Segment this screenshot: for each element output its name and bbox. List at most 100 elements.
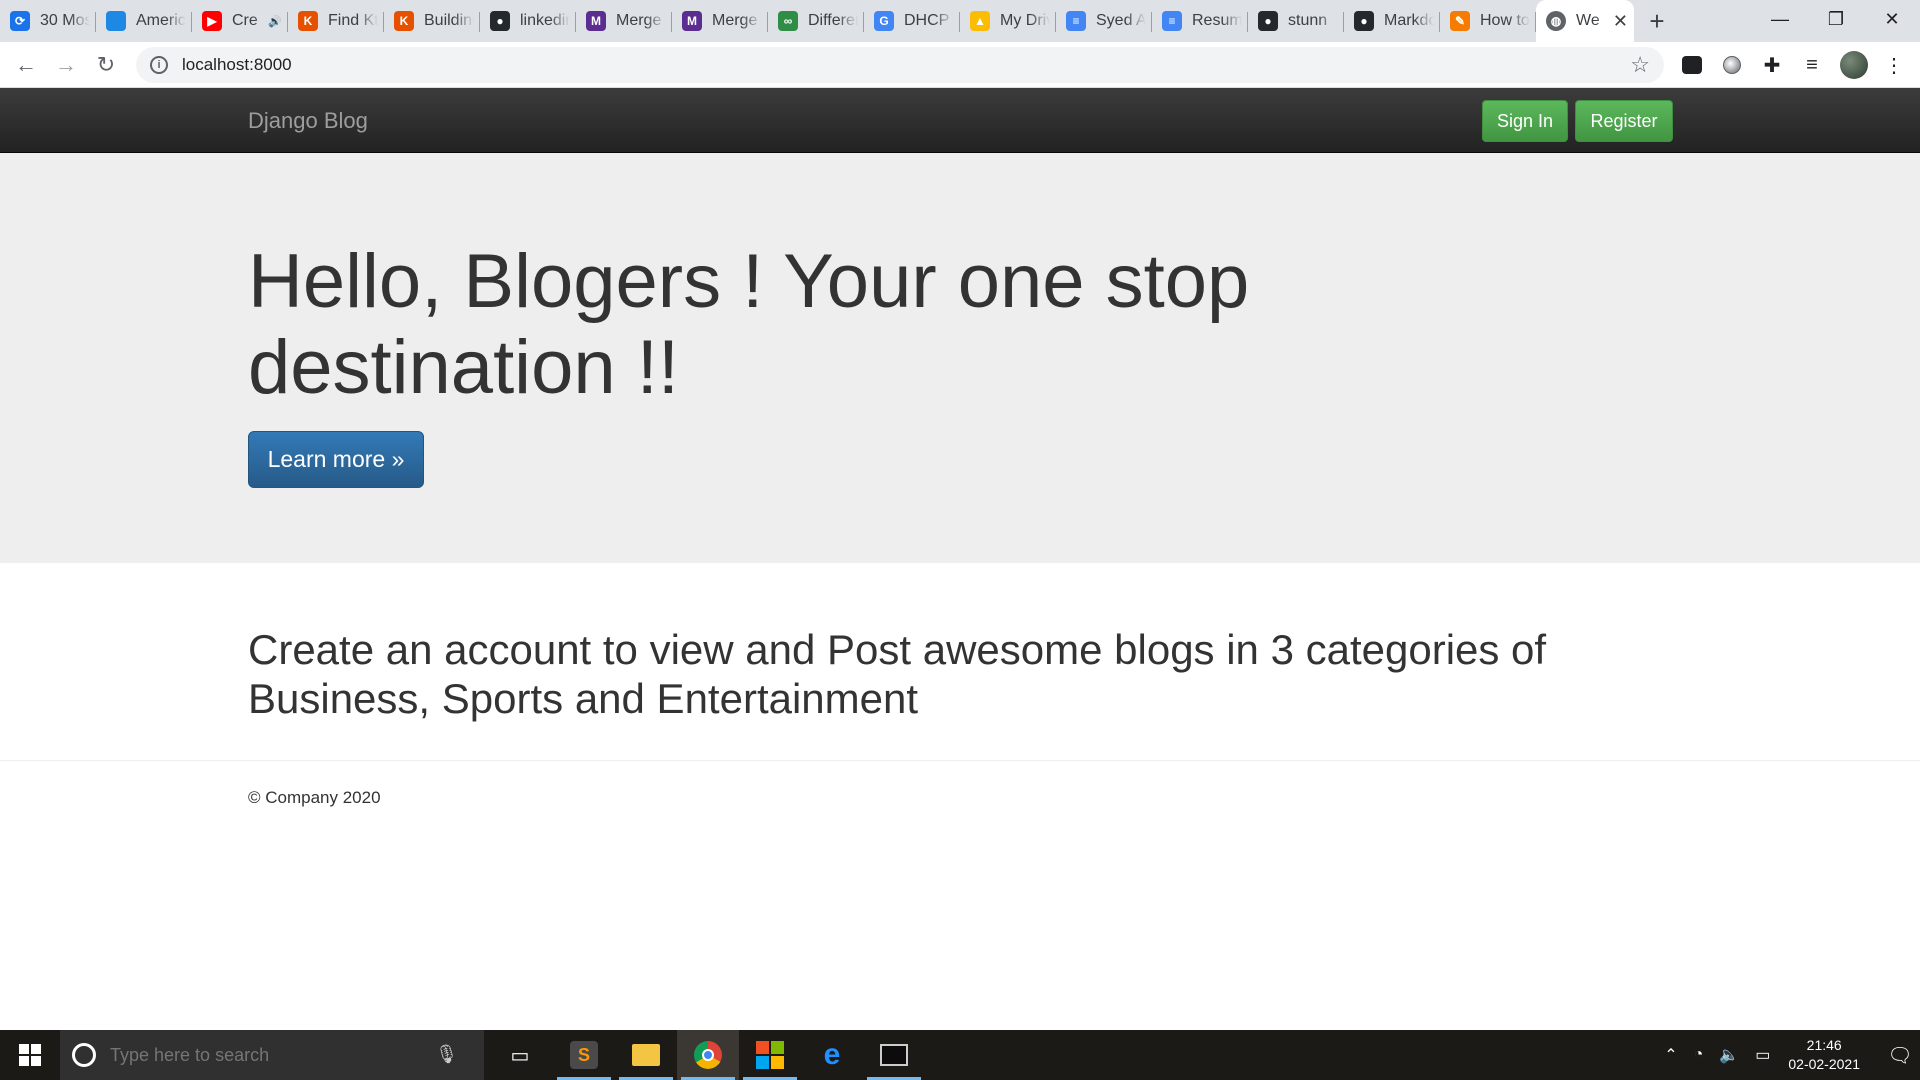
tab-1[interactable]: American <box>96 0 192 42</box>
taskbar-app-chrome[interactable] <box>677 1030 739 1080</box>
windows-taskbar: 🎙 ▭ S e ⌃ ◔ 🔈 ▭ 21:46 02-02-2021 🗨 <box>0 1030 1920 1080</box>
tab-5[interactable]: ● linkedin <box>480 0 576 42</box>
tab-list: ⟳ 30 Most American ▶ Cre 🔊 K Find Kt K Building ● l… <box>0 0 1536 42</box>
bookmark-star-icon[interactable]: ☆ <box>1630 52 1650 78</box>
m-icon: M <box>682 11 702 31</box>
square-blue-icon <box>106 11 126 31</box>
taskbar-app-edge[interactable]: e <box>801 1030 863 1080</box>
gfg-icon: ∞ <box>778 11 798 31</box>
tab-label: We <box>1576 12 1600 29</box>
tab-4[interactable]: K Building <box>384 0 480 42</box>
browser-toolbar: ← → ↻ i localhost:8000 ☆ <box>0 42 1920 88</box>
new-tab-button[interactable]: + <box>1634 0 1680 42</box>
kotlin-icon: K <box>298 11 318 31</box>
tab-label: Find Kt <box>328 12 378 29</box>
terminal-icon <box>880 1044 908 1066</box>
media-playlist-icon[interactable]: ≡ <box>1796 50 1828 80</box>
tab-3[interactable]: K Find Kt <box>288 0 384 42</box>
edge-icon: e <box>823 1038 841 1071</box>
chrome-icon <box>694 1041 722 1069</box>
tab-label: Cre <box>232 12 258 29</box>
docs-icon: ≡ <box>1162 11 1182 31</box>
tab-label: Merge <box>712 12 758 29</box>
profile-avatar[interactable] <box>1840 51 1868 79</box>
volume-icon[interactable]: 🔈 <box>1719 1045 1739 1065</box>
taskbar-app-store[interactable] <box>739 1030 801 1080</box>
menu-kebab-icon[interactable]: ⋮ <box>1878 50 1910 80</box>
tab-label: Syed A <box>1096 12 1146 29</box>
taskbar-app-explorer[interactable] <box>615 1030 677 1080</box>
taskbar-search[interactable]: 🎙 <box>60 1030 484 1080</box>
puzzle-extensions-icon[interactable]: ✚ <box>1756 50 1788 80</box>
tab-9[interactable]: G DHCP <box>864 0 960 42</box>
extension-icon[interactable] <box>1676 50 1708 80</box>
url-text: localhost:8000 <box>182 55 292 74</box>
clock[interactable]: 21:46 02-02-2021 <box>1788 1036 1860 1074</box>
close-window-button[interactable]: ✕ <box>1864 0 1920 38</box>
info-icon[interactable]: i <box>150 56 168 74</box>
tab-11[interactable]: ≡ Syed A <box>1056 0 1152 42</box>
tab-label: stunn <box>1288 12 1328 29</box>
learn-more-button[interactable]: Learn more » <box>248 431 424 488</box>
taskbar-search-input[interactable] <box>110 1044 440 1066</box>
battery-icon[interactable]: ▭ <box>1755 1045 1770 1065</box>
reload-button[interactable]: ↻ <box>86 47 126 83</box>
tab-label: 30 Most <box>40 12 90 29</box>
hero-headline: Hello, Blogers ! Your one stop destinati… <box>248 239 1250 410</box>
taskbar-app-sublime[interactable]: S <box>553 1030 615 1080</box>
tab-active[interactable]: ◍ We ✕ <box>1536 0 1634 42</box>
task-view-button[interactable]: ▭ <box>500 1042 540 1068</box>
site-brand-link[interactable]: Django Blog <box>248 108 368 134</box>
tab-label: DHCP <box>904 12 950 29</box>
register-button[interactable]: Register <box>1575 100 1673 142</box>
start-button[interactable] <box>0 1030 60 1080</box>
web-page: Django Blog Sign In Register Hello, Blog… <box>0 88 1920 1030</box>
browser-tab-strip: ⟳ 30 Most American ▶ Cre 🔊 K Find Kt K Building ● l… <box>0 0 1920 42</box>
reload-icon: ↻ <box>96 51 116 77</box>
microphone-icon[interactable]: 🎙 <box>435 1044 458 1065</box>
tab-label: My Drive <box>1000 12 1050 29</box>
windows-logo-icon <box>19 1044 41 1066</box>
tab-14[interactable]: ● Markdown <box>1344 0 1440 42</box>
footer-copyright: © Company 2020 <box>248 788 381 807</box>
tab-13[interactable]: ● stunn <box>1248 0 1344 42</box>
system-tray: ⌃ ◔ 🔈 ▭ 21:46 02-02-2021 🗨 <box>1656 1030 1920 1080</box>
forward-button[interactable]: → <box>46 47 86 83</box>
tab-8[interactable]: ∞ Difference <box>768 0 864 42</box>
tagline-text: Create an account to view and Post aweso… <box>248 626 1547 722</box>
clock-time: 21:46 <box>1806 1037 1842 1053</box>
ms-store-icon <box>756 1041 784 1069</box>
close-tab-icon[interactable]: ✕ <box>1613 11 1628 32</box>
notification-center-icon[interactable]: 🗨 <box>1880 1030 1920 1080</box>
cortana-icon[interactable] <box>72 1043 96 1067</box>
address-bar[interactable]: i localhost:8000 ☆ <box>136 47 1664 83</box>
tab-6[interactable]: M Merge <box>576 0 672 42</box>
feather-icon: ✎ <box>1450 11 1470 31</box>
tab-label: Merge <box>616 12 662 29</box>
github-icon: ● <box>490 11 510 31</box>
tab-label: How to <box>1480 12 1530 29</box>
hero-jumbotron: Hello, Blogers ! Your one stop destinati… <box>0 153 1920 563</box>
task-view-icon: ▭ <box>510 1044 530 1067</box>
tab-label: American <box>136 12 186 29</box>
show-hidden-icons-icon[interactable]: ⌃ <box>1664 1045 1677 1065</box>
tab-15[interactable]: ✎ How to <box>1440 0 1536 42</box>
wifi-icon[interactable]: ◔ <box>1694 1046 1704 1064</box>
tab-audio-icon[interactable]: 🔊 <box>268 15 282 28</box>
sign-in-button[interactable]: Sign In <box>1482 100 1568 142</box>
tab-7[interactable]: M Merge <box>672 0 768 42</box>
tab-10[interactable]: ▲ My Drive <box>960 0 1056 42</box>
window-controls: — ❐ ✕ <box>1752 0 1920 42</box>
back-button[interactable]: ← <box>6 47 46 83</box>
m-icon: M <box>586 11 606 31</box>
clock-date: 02-02-2021 <box>1788 1056 1860 1072</box>
drive-icon: ▲ <box>970 11 990 31</box>
taskbar-app-terminal[interactable] <box>863 1030 925 1080</box>
maximize-button[interactable]: ❐ <box>1808 0 1864 38</box>
tab-0[interactable]: ⟳ 30 Most <box>0 0 96 42</box>
folder-icon <box>632 1044 660 1066</box>
tab-2[interactable]: ▶ Cre 🔊 <box>192 0 288 42</box>
extension-circle-icon[interactable] <box>1716 50 1748 80</box>
tab-12[interactable]: ≡ Resume <box>1152 0 1248 42</box>
minimize-button[interactable]: — <box>1752 0 1808 38</box>
